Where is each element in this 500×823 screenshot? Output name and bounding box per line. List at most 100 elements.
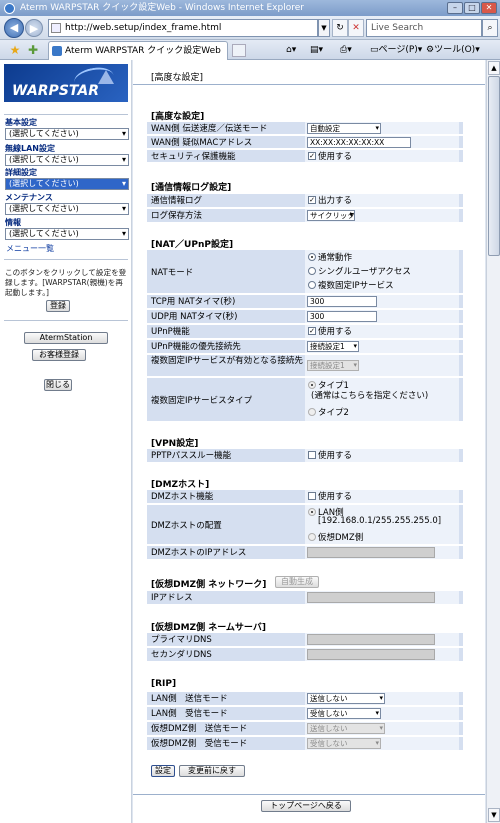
dmz-place-radio-virtual[interactable]	[308, 533, 316, 541]
footer-divider	[133, 794, 485, 795]
nat-mode-label: NATモード	[151, 268, 194, 278]
tools-menu[interactable]: ⚙ツール(O)▾	[426, 43, 480, 57]
vertical-scrollbar[interactable]: ▲ ▼	[486, 60, 500, 823]
secondary-dns-row: セカンダリDNS	[147, 648, 463, 662]
logo-swoosh-icon	[98, 70, 114, 84]
primary-dns-label: プライマリDNS	[151, 635, 212, 645]
address-field[interactable]: http://web.setup/index_frame.html	[48, 19, 318, 37]
nat-mode-radio-normal[interactable]	[308, 253, 316, 261]
multi-ip-type-label: 複数固定IPサービスタイプ	[151, 396, 253, 406]
menu-group-info: 情報 (選択してください)	[5, 218, 129, 240]
menu-list-link[interactable]: メニュー一覧	[6, 243, 54, 254]
register-button[interactable]: 登録	[46, 300, 70, 312]
log-row: 通信情報ログ ✓ 出力する	[147, 194, 463, 208]
refresh-icon[interactable]: ↻	[332, 19, 348, 37]
search-icon[interactable]: ⌕	[482, 19, 498, 37]
search-input[interactable]: Live Search	[366, 19, 482, 37]
tcp-timer-row: TCP用 NATタイマ(秒) 300	[147, 295, 463, 309]
new-tab-button[interactable]	[232, 44, 246, 57]
dmz-place-row: DMZホストの配置 LAN側 [192.168.0.1/255.255.255.…	[147, 505, 463, 545]
multi-type-option-label: タイプ2	[318, 408, 349, 418]
lan-send-label: LAN側 送信モード	[151, 694, 228, 704]
upnp-label: UPnP機能	[151, 327, 190, 337]
scroll-thumb[interactable]	[488, 76, 500, 256]
nat-mode-radio-multi[interactable]	[308, 281, 316, 289]
pptp-checkbox[interactable]	[308, 451, 316, 459]
upnp-priority-select[interactable]: 接続設定1	[307, 341, 359, 352]
multi-ip-target-row: 複数固定IPサービスが有効となる接続先 接続設定1	[147, 355, 463, 377]
wan-speed-select[interactable]: 自動設定	[307, 123, 381, 134]
menu-select-wireless[interactable]: (選択してください)	[5, 154, 129, 166]
maximize-button[interactable]: □	[464, 2, 480, 14]
stop-icon[interactable]: ✕	[348, 19, 364, 37]
atermstation-button[interactable]: AtermStation	[24, 332, 108, 344]
lan-recv-select[interactable]: 受信しない	[307, 708, 381, 719]
nat-mode-radio-single[interactable]	[308, 267, 316, 275]
tab-favicon-icon	[52, 46, 62, 56]
dmz-place-radio-lan[interactable]	[308, 508, 316, 516]
left-menu-frame: WARPSTAR 基本設定 (選択してください) 無線LAN設定 (選択してくだ…	[0, 60, 132, 823]
vdmz-ip-input[interactable]	[307, 592, 435, 603]
minimize-button[interactable]: –	[447, 2, 463, 14]
vdmz-recv-label: 仮想DMZ側 受信モード	[151, 739, 248, 749]
print-icon[interactable]: ⎙▾	[340, 43, 352, 57]
multi-type-radio-1[interactable]	[308, 381, 316, 389]
menu-select-basic[interactable]: (選択してください)	[5, 128, 129, 140]
scroll-down-icon[interactable]: ▼	[488, 808, 500, 822]
security-checkbox[interactable]: ✓	[308, 152, 316, 160]
menu-select-info[interactable]: (選択してください)	[5, 228, 129, 240]
dmz-func-cell: 使用する	[305, 490, 459, 503]
settings-frame: [高度な設定] [高度な設定] WAN側 伝送速度／伝送モード 自動設定 WAN…	[133, 60, 485, 823]
nat-mode-option-label: シングルユーザアクセス	[318, 267, 411, 277]
browser-tab[interactable]: Aterm WARPSTAR クイック設定Web	[48, 41, 228, 60]
menu-group-label: 情報	[5, 218, 21, 227]
menu-select-maintenance[interactable]: (選択してください)	[5, 203, 129, 215]
auto-generate-button[interactable]: 自動生成	[275, 576, 319, 588]
multi-ip-type-row: 複数固定IPサービスタイプ タイプ1 (通常はこちらを指定ください) タイプ2	[147, 378, 463, 422]
top-page-button[interactable]: トップページへ戻る	[261, 800, 351, 812]
log-checkbox[interactable]: ✓	[308, 196, 316, 204]
add-favorite-icon[interactable]: ✚	[26, 43, 40, 57]
upnp-row: UPnP機能 ✓ 使用する	[147, 325, 463, 339]
forward-button[interactable]: ▶	[25, 19, 43, 37]
close-button[interactable]: 閉じる	[44, 379, 72, 391]
home-icon[interactable]: ⌂▾	[286, 43, 296, 57]
feeds-icon[interactable]: ▤▾	[310, 43, 323, 57]
log-option-label: 出力する	[318, 196, 353, 206]
address-dropdown[interactable]: ▼	[318, 19, 330, 37]
dmz-func-checkbox[interactable]	[308, 492, 316, 500]
log-save-select[interactable]: サイクリック	[307, 210, 355, 221]
udp-timer-input[interactable]: 300	[307, 311, 377, 322]
window-titlebar: Aterm WARPSTAR クイック設定Web - Windows Inter…	[0, 0, 500, 16]
secondary-dns-input[interactable]	[307, 649, 435, 660]
multi-type-radio-2[interactable]	[308, 408, 316, 416]
page-menu[interactable]: ▭ページ(P)▾	[370, 43, 422, 57]
vdmz-recv-row: 仮想DMZ側 受信モード 受信しない	[147, 737, 463, 751]
upnp-checkbox[interactable]: ✓	[308, 327, 316, 335]
security-label: セキュリティ保護機能	[151, 152, 236, 162]
log-label: 通信情報ログ	[151, 196, 203, 206]
menu-divider	[4, 114, 128, 115]
customer-registration-button[interactable]: お客様登録	[32, 349, 86, 361]
section-log-title: [通信情報ログ設定]	[151, 183, 232, 193]
scroll-up-icon[interactable]: ▲	[488, 61, 500, 75]
lan-send-row: LAN側 送信モード 送信しない	[147, 692, 463, 706]
primary-dns-input[interactable]	[307, 634, 435, 645]
vdmz-recv-select[interactable]: 受信しない	[307, 738, 381, 749]
back-button[interactable]: ◀	[4, 18, 24, 38]
lan-recv-row: LAN側 受信モード 受信しない	[147, 707, 463, 721]
revert-button[interactable]: 変更前に戻す	[179, 765, 245, 777]
lan-send-select[interactable]: 送信しない	[307, 693, 385, 704]
close-window-button[interactable]: ✕	[481, 2, 497, 14]
menu-select-detail[interactable]: (選択してください)	[5, 178, 129, 190]
wan-mac-input[interactable]: XX:XX:XX:XX:XX:XX	[307, 137, 411, 148]
dmz-ip-input[interactable]	[307, 547, 435, 558]
vdmz-ip-row: IPアドレス	[147, 591, 463, 605]
set-button[interactable]: 設定	[151, 765, 175, 777]
favorites-star-icon[interactable]: ★	[8, 43, 22, 57]
multi-ip-target-select[interactable]: 接続設定1	[307, 360, 359, 371]
tcp-timer-input[interactable]: 300	[307, 296, 377, 307]
vdmz-send-select[interactable]: 送信しない	[307, 723, 385, 734]
tab-toolbar: ★ ✚ Aterm WARPSTAR クイック設定Web ⌂▾ ▤▾ ⎙▾ ▭ペ…	[0, 40, 500, 60]
udp-timer-label: UDP用 NATタイマ(秒)	[151, 312, 238, 322]
